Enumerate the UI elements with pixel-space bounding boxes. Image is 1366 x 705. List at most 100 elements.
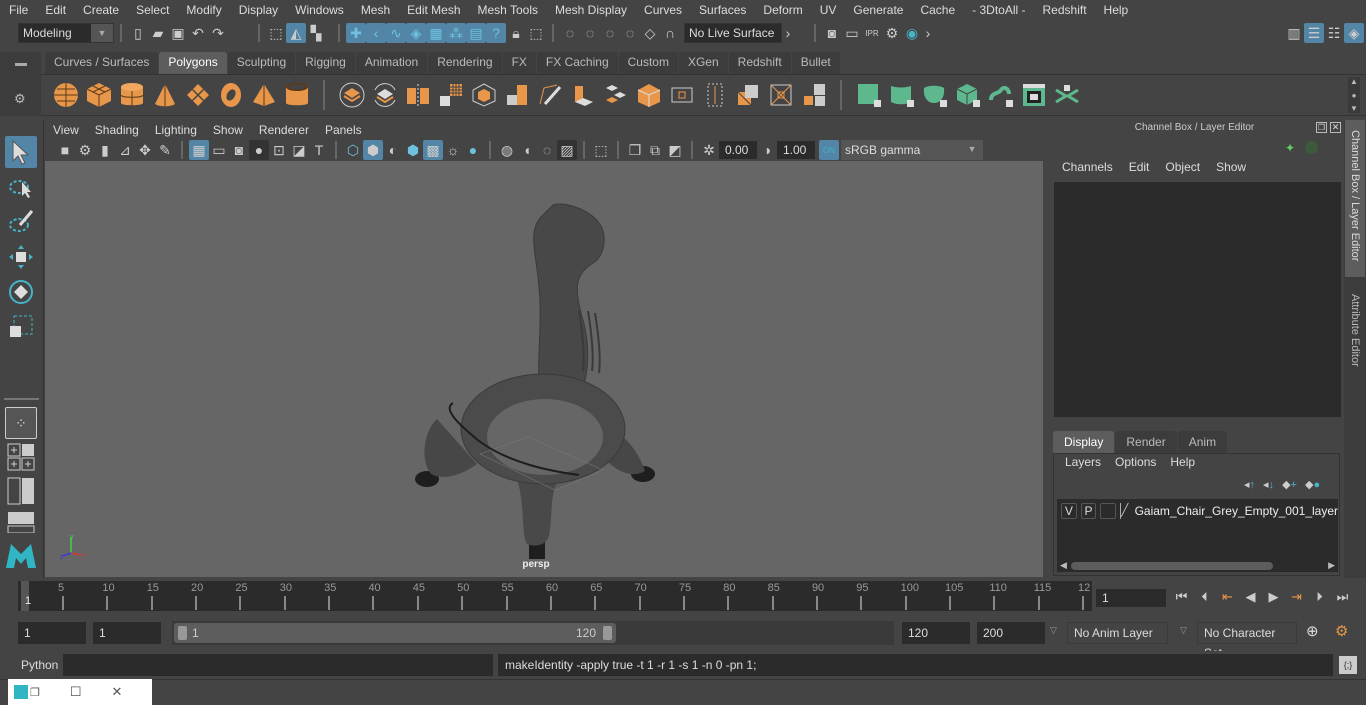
wireframe-on-shaded-icon[interactable]: ⬢ xyxy=(403,140,423,160)
undo-icon[interactable]: ↶ xyxy=(188,23,208,43)
current-frame-field[interactable]: 1 xyxy=(1096,589,1166,607)
menu-generate[interactable]: Generate xyxy=(844,3,911,17)
menu-curves[interactable]: Curves xyxy=(635,3,690,17)
poly-cube-icon[interactable] xyxy=(86,82,112,108)
select-hierarchy-icon[interactable]: ⬚ xyxy=(266,23,286,43)
character-set-dropdown[interactable]: No Character Set xyxy=(1197,622,1297,660)
construction-icon[interactable]: ◌ xyxy=(580,23,600,43)
menu-select[interactable]: Select xyxy=(127,3,177,17)
step-forward-key-icon[interactable]: ⇥ xyxy=(1285,588,1308,606)
remesh-icon[interactable] xyxy=(504,82,530,108)
resolution-gate-icon[interactable]: ◙ xyxy=(229,140,249,160)
four-view-layout[interactable] xyxy=(5,442,37,472)
poly-plane-icon[interactable] xyxy=(185,82,211,108)
symmetry-icon[interactable]: ◇ xyxy=(640,23,660,43)
render-view-icon[interactable]: ▤ xyxy=(466,23,486,43)
persp-graph-layout[interactable] xyxy=(5,510,37,534)
viewport-menu-panels[interactable]: Panels xyxy=(317,123,370,137)
new-layer-selected-icon[interactable]: ◆● xyxy=(1305,478,1320,491)
exposure-icon[interactable]: ✲ xyxy=(699,140,719,160)
history-icon[interactable]: ◌ xyxy=(560,23,580,43)
redo-icon[interactable]: ↷ xyxy=(208,23,228,43)
textured-icon[interactable]: ▩ xyxy=(423,140,443,160)
menu-edit-mesh[interactable]: Edit Mesh xyxy=(398,3,468,17)
viewport-3d[interactable]: persp y x z xyxy=(45,161,1043,577)
manipulator-axis-icon[interactable]: ✦ xyxy=(1285,141,1295,155)
scroll-right-icon[interactable]: ▶ xyxy=(1328,560,1335,571)
isolate-select-icon[interactable]: ⬚ xyxy=(591,140,611,160)
grease-pencil-icon[interactable]: ✎ xyxy=(155,140,175,160)
auto-key-icon[interactable]: ⊕ xyxy=(1306,622,1319,640)
layer-tab-render[interactable]: Render xyxy=(1115,431,1177,453)
viewport-menu-show[interactable]: Show xyxy=(205,123,251,137)
command-input[interactable] xyxy=(63,654,493,676)
ambient-occlusion-icon[interactable]: ◍ xyxy=(497,140,517,160)
layer-menu-help[interactable]: Help xyxy=(1163,455,1202,469)
side-tab-attribute-editor[interactable]: Attribute Editor xyxy=(1345,284,1365,384)
layer-playback-toggle[interactable]: P xyxy=(1080,503,1097,519)
uv-cylindrical-icon[interactable] xyxy=(889,82,915,108)
channel-box-menu-object[interactable]: Object xyxy=(1157,160,1208,174)
snap-point-icon[interactable]: ∿ xyxy=(386,23,406,43)
magnet-icon[interactable]: ∩ xyxy=(660,23,680,43)
playback-end-field[interactable]: 120 xyxy=(902,622,970,644)
menu-edit[interactable]: Edit xyxy=(36,3,74,17)
shelf-tab-sculpting[interactable]: Sculpting xyxy=(227,52,296,74)
script-editor-icon[interactable]: {;} xyxy=(1339,656,1357,674)
scroll-thumb[interactable] xyxy=(1071,562,1273,570)
grid-icon[interactable]: ▦ xyxy=(189,140,209,160)
uv-automatic-icon[interactable] xyxy=(856,82,882,108)
menu-deform[interactable]: Deform xyxy=(754,3,810,17)
add-divisions-icon[interactable] xyxy=(669,82,695,108)
image-plane-icon[interactable]: ⊿ xyxy=(115,140,135,160)
new-empty-layer-icon[interactable]: ◆+ xyxy=(1282,478,1297,491)
xray-components-icon[interactable]: ◩ xyxy=(665,140,685,160)
scroll-down-icon[interactable]: ▼ xyxy=(1350,104,1358,113)
merge-to-center-icon[interactable] xyxy=(768,82,794,108)
gamma-icon[interactable]: ◑ xyxy=(757,140,777,160)
layer-tab-display[interactable]: Display xyxy=(1053,431,1115,453)
color-management-toggle-icon[interactable]: ON xyxy=(819,140,839,160)
layer-menu-options[interactable]: Options xyxy=(1108,455,1163,469)
scale-tool[interactable] xyxy=(5,311,37,343)
depth-of-field-icon[interactable]: ▨ xyxy=(557,140,577,160)
close-window-icon[interactable]: ✕ xyxy=(112,684,123,700)
menu-file[interactable]: File xyxy=(0,3,36,17)
separate-icon[interactable] xyxy=(372,82,398,108)
expand-arrow-icon[interactable]: › xyxy=(782,23,794,43)
input-ops-icon[interactable]: ◌ xyxy=(600,23,620,43)
uv-cut-sew-icon[interactable] xyxy=(1054,82,1080,108)
range-start-handle[interactable] xyxy=(178,626,187,640)
mode-dropdown[interactable]: Modeling ▼ xyxy=(18,23,114,43)
poly-sphere-icon[interactable] xyxy=(53,82,79,108)
shelf-tab-redshift[interactable]: Redshift xyxy=(728,52,791,74)
camera-icon[interactable]: ■ xyxy=(55,140,75,160)
anim-layer-dropdown[interactable]: No Anim Layer xyxy=(1067,622,1168,644)
shelf-tab-custom[interactable]: Custom xyxy=(618,52,678,74)
move-layer-down-icon[interactable]: ◂↓ xyxy=(1263,478,1274,491)
snap-grid-icon[interactable]: ✚ xyxy=(346,23,366,43)
poly-pyramid-icon[interactable] xyxy=(251,82,277,108)
snap-view-plane-icon[interactable]: ◈ xyxy=(406,23,426,43)
maximize-window-icon[interactable]: ☐ xyxy=(70,684,82,700)
shelf-tab-animation[interactable]: Animation xyxy=(355,52,428,74)
xray-joints-icon[interactable]: ⧉ xyxy=(645,140,665,160)
menu-create[interactable]: Create xyxy=(74,3,127,17)
move-layer-up-icon[interactable]: ◂↑ xyxy=(1244,478,1255,491)
smooth-icon[interactable] xyxy=(438,82,464,108)
move-tool[interactable] xyxy=(5,241,37,273)
step-forward-frame-icon[interactable]: ⏵ xyxy=(1308,588,1331,606)
layer-row[interactable]: V P ╱ Gaiam_Chair_Grey_Empty_001_layer xyxy=(1057,500,1338,522)
side-tab-channel-box[interactable]: Channel Box / Layer Editor xyxy=(1345,120,1365,277)
select-object-icon[interactable]: ◭ xyxy=(286,23,306,43)
layer-tab-anim[interactable]: Anim xyxy=(1177,431,1228,453)
combine-icon[interactable] xyxy=(339,82,365,108)
menu-modify[interactable]: Modify xyxy=(177,3,229,17)
select-tool[interactable] xyxy=(5,136,37,168)
extrude-icon[interactable] xyxy=(570,82,596,108)
motion-blur-icon[interactable]: ◖ xyxy=(517,140,537,160)
collapse-icon[interactable] xyxy=(735,82,761,108)
lasso-tool[interactable] xyxy=(5,171,37,203)
gate-mask-icon[interactable]: ● xyxy=(249,140,269,160)
new-scene-icon[interactable]: ▯ xyxy=(128,23,148,43)
